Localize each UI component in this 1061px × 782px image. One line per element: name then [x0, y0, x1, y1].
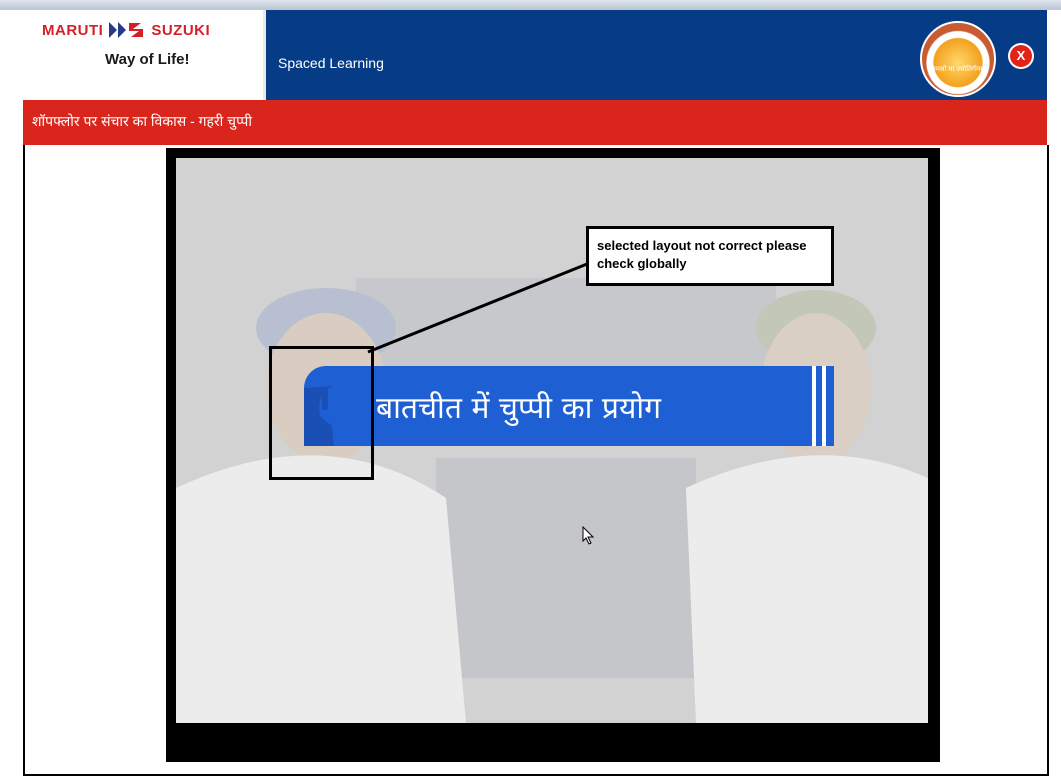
tagline: Way of Life!	[105, 51, 190, 68]
lesson-title: शॉपफ्लोर पर संचार का विकास - गहरी चुप्पी	[32, 113, 252, 129]
banner-stripe	[822, 366, 826, 446]
highlight-box	[269, 346, 374, 480]
brand-logo: MARUTI SUZUKI Way of Life!	[0, 10, 266, 100]
lesson-title-bar: शॉपफ्लोर पर संचार का विकास - गहरी चुप्पी	[23, 100, 1047, 145]
mouse-cursor-icon	[582, 526, 595, 545]
video-banner-text: बातचीत में चुप्पी का प्रयोग	[376, 391, 662, 426]
brand-right-text: SUZUKI	[151, 21, 211, 39]
suzuki-s-icon	[109, 22, 144, 38]
window-top-strip	[0, 0, 1061, 10]
banner-stripe	[812, 366, 816, 446]
app-header: MARUTI SUZUKI Way of Life! Spaced Learni…	[0, 10, 1047, 100]
close-button[interactable]: X	[1010, 45, 1032, 67]
app-title: Spaced Learning	[278, 55, 384, 71]
academy-seal-icon: तमसो मा ज्योतिर्गमय	[920, 21, 996, 97]
seal-motto: तमसो मा ज्योतिर्गमय	[931, 66, 985, 73]
video-title-banner: बातचीत में चुप्पी का प्रयोग	[304, 366, 834, 446]
header-bar: Spaced Learning तमसो मा ज्योतिर्गमय X	[266, 10, 1047, 100]
maruti-suzuki-logo: MARUTI SUZUKI	[42, 20, 210, 40]
brand-left-text: MARUTI	[42, 21, 104, 39]
annotation-text: selected layout not correct please check…	[597, 238, 807, 271]
annotation-note: selected layout not correct please check…	[586, 226, 834, 286]
